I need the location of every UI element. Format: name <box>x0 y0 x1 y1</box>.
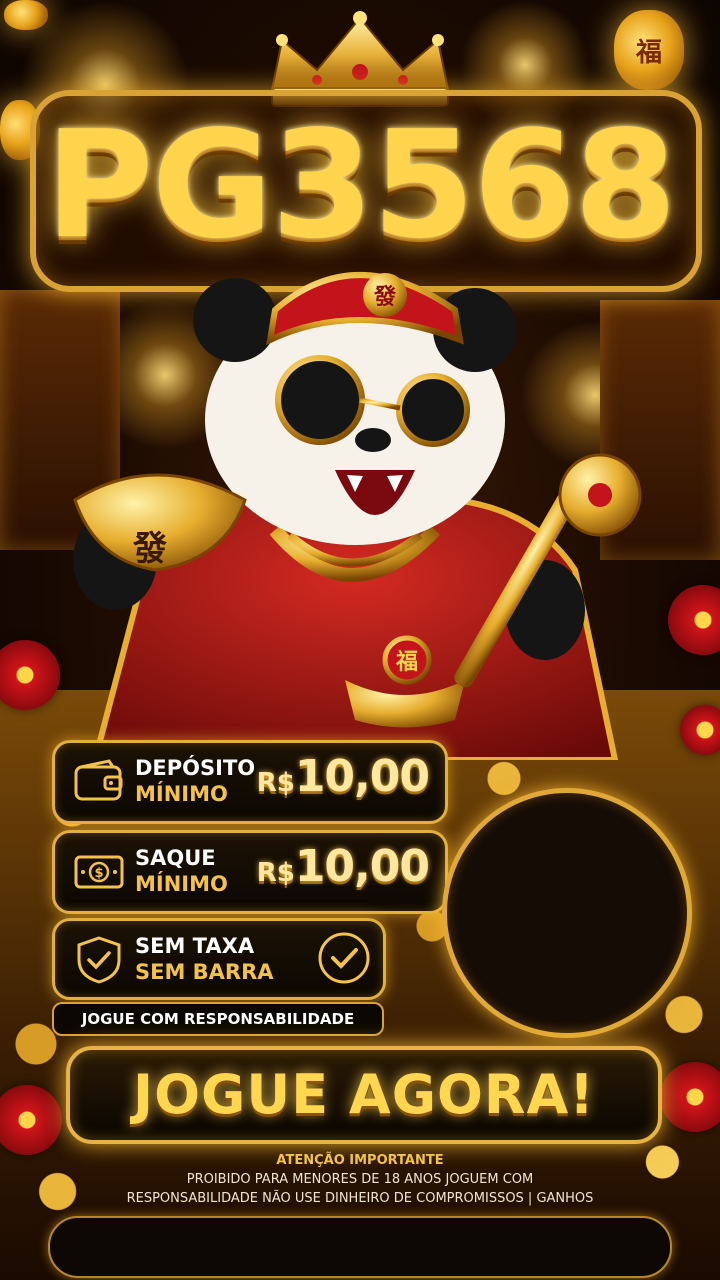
play-now-label: JOGUE AGORA! <box>133 1063 595 1126</box>
notice-heading: ATENÇÃO IMPORTANTE <box>276 1153 444 1168</box>
svg-text:$: $ <box>94 866 103 881</box>
no-fee-label: SEM TAXA SEM BARRA <box>135 933 274 985</box>
bottom-bar <box>48 1216 672 1278</box>
lantern-glyph: 福 <box>635 38 662 68</box>
play-now-button[interactable]: JOGUE AGORA! <box>66 1046 662 1144</box>
red-flower-icon <box>668 585 720 655</box>
promo-image-slot <box>442 788 692 1038</box>
deposit-label-line1: DEPÓSITO <box>135 756 256 780</box>
panel-deposit: DEPÓSITO MÍNIMO R$10,00 <box>52 740 448 824</box>
check-circle-icon <box>318 932 370 984</box>
withdraw-amount: R$10,00 <box>256 841 430 892</box>
wallet-icon <box>74 759 123 801</box>
deposit-value: 10,00 <box>294 751 430 802</box>
panel-withdraw: $ SAQUE MÍNIMO R$10,00 <box>52 830 448 914</box>
panel-no-fee: SEM TAXA SEM BARRA <box>52 918 386 1000</box>
lantern-icon <box>4 0 48 30</box>
no-fee-label-line2: SEM BARRA <box>135 960 274 984</box>
no-fee-label-line1: SEM TAXA <box>135 934 255 958</box>
shield-check-icon <box>77 936 121 984</box>
notice-line2: RESPONSABILIDADE NÃO USE DINHEIRO DE COM… <box>126 1191 594 1206</box>
lantern-icon: 福 <box>614 10 684 90</box>
ingot-glyph: 發 <box>132 529 167 569</box>
deposit-currency: R$ <box>256 768 295 798</box>
responsibility-label: JOGUE COM RESPONSABILIDADE <box>52 1002 384 1036</box>
deposit-amount: R$10,00 <box>256 751 430 802</box>
withdraw-value: 10,00 <box>294 841 430 892</box>
notice: ATENÇÃO IMPORTANTE PROIBIDO PARA MENORES… <box>90 1152 630 1208</box>
notice-line1: PROIBIDO PARA MENORES DE 18 ANOS JOGUEM … <box>186 1172 534 1187</box>
withdraw-currency: R$ <box>256 858 295 888</box>
hat-glyph: 發 <box>373 284 396 310</box>
panda-mascot-image: 福 發 發 <box>73 272 642 760</box>
cash-icon: $ <box>74 855 124 889</box>
deposit-label-line2: MÍNIMO <box>135 782 228 806</box>
withdraw-label-line1: SAQUE <box>135 846 216 870</box>
pendant-glyph: 福 <box>395 649 418 675</box>
withdraw-label-line2: MÍNIMO <box>135 872 228 896</box>
deposit-label: DEPÓSITO MÍNIMO <box>135 755 255 807</box>
withdraw-label: SAQUE MÍNIMO <box>135 845 228 897</box>
